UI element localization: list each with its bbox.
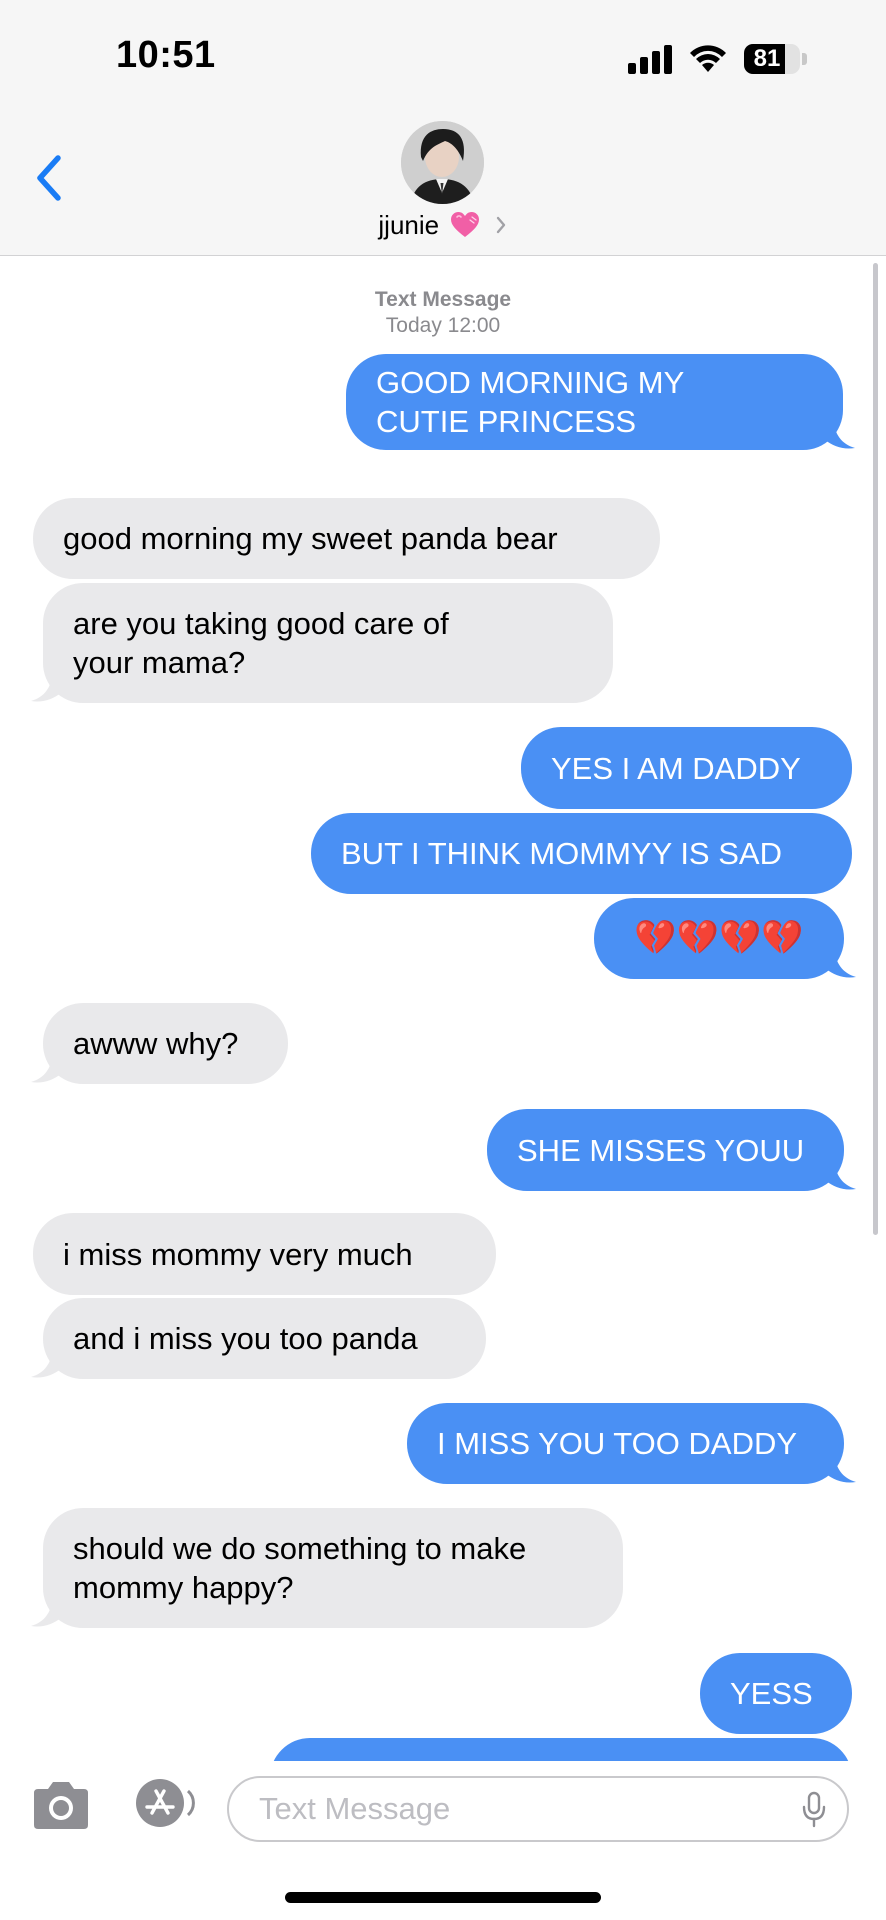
sent-message-bubble[interactable]: GOOD MORNING MY CUTIE PRINCESS — [346, 354, 843, 450]
battery-percent: 81 — [753, 45, 781, 72]
received-message-bubble[interactable]: are you taking good care of your mama? — [43, 583, 613, 703]
sent-message-bubble[interactable]: 💔💔💔💔 — [594, 898, 844, 979]
message-text: are you taking good care of — [73, 606, 449, 641]
sent-message-bubble[interactable]: BUT I THINK MOMMYY IS SAD — [311, 813, 852, 894]
sent-message-bubble[interactable]: YES I AM DADDY — [521, 727, 852, 809]
bubble-tail — [31, 1349, 61, 1378]
app-store-icon[interactable] — [132, 1777, 196, 1829]
message-text: BUT I THINK MOMMYY IS SAD — [341, 836, 782, 871]
message-text: mommy happy? — [73, 1570, 294, 1605]
message-text: awww why? — [73, 1026, 239, 1061]
message-text: SHE MISSES YOUU — [517, 1132, 805, 1168]
message-text: YES I AM DADDY — [551, 750, 801, 786]
message-text: CUTIE PRINCESS — [376, 404, 637, 439]
message-text: 💔💔💔💔 — [634, 919, 804, 957]
conversation-header: jjunie — [0, 110, 886, 256]
message-text: and i miss you too panda — [73, 1321, 418, 1356]
thread-timestamp: Text Message Today 12:00 — [0, 287, 886, 339]
bubble-tail — [826, 1454, 856, 1483]
bubble-tail — [31, 1054, 61, 1083]
camera-icon[interactable] — [30, 1779, 92, 1831]
scrollbar[interactable] — [873, 263, 878, 1235]
home-indicator[interactable] — [285, 1892, 601, 1903]
bubble-tail — [31, 1598, 61, 1627]
message-text: should we do something to make — [73, 1531, 527, 1566]
received-message-bubble[interactable]: good morning my sweet panda bear — [33, 498, 660, 579]
avatar-photo — [401, 121, 484, 204]
cellular-signal-icon — [628, 44, 676, 74]
contact-name: jjunie — [378, 209, 440, 240]
bubble-tail — [826, 949, 856, 978]
chevron-right-icon — [496, 216, 505, 234]
message-input[interactable] — [227, 1776, 849, 1842]
microphone-icon[interactable] — [800, 1791, 828, 1829]
message-text: GOOD MORNING MY — [376, 365, 685, 400]
received-message-bubble[interactable]: should we do something to make mommy happ… — [43, 1508, 623, 1628]
message-thread[interactable]: Text Message Today 12:00 GOOD MORNING MY… — [0, 257, 886, 1761]
sent-message-bubble[interactable]: SHE MISSES YOUU — [487, 1109, 844, 1191]
sent-message-bubble[interactable]: YESS — [700, 1653, 852, 1734]
sent-message-bubble[interactable] — [270, 1738, 852, 1761]
wifi-icon — [690, 45, 726, 72]
status-bar: 10:51 81 — [0, 0, 886, 110]
contact-details-link[interactable]: jjunie — [0, 208, 886, 241]
message-text: your mama? — [73, 645, 246, 680]
bubble-tail — [825, 420, 855, 449]
received-message-bubble[interactable]: and i miss you too panda — [43, 1298, 486, 1379]
timestamp-label: Today 12:00 — [385, 314, 501, 337]
received-message-bubble[interactable]: i miss mommy very much — [33, 1213, 496, 1295]
battery-cap — [802, 53, 807, 65]
pink-heart-icon — [451, 212, 480, 238]
avatar[interactable] — [401, 121, 484, 204]
status-time: 10:51 — [116, 34, 216, 76]
chevron-left-icon[interactable] — [28, 148, 72, 208]
compose-bar — [0, 1761, 886, 1920]
message-text: i miss mommy very much — [63, 1236, 413, 1272]
sent-message-bubble[interactable]: I MISS YOU TOO DADDY — [407, 1403, 844, 1484]
bubble-tail — [31, 673, 61, 702]
message-text: YESS — [730, 1676, 813, 1711]
received-message-bubble[interactable]: awww why? — [43, 1003, 288, 1084]
bubble-tail — [826, 1161, 856, 1190]
service-label: Text Message — [374, 288, 512, 311]
battery-icon: 81 — [744, 44, 800, 74]
message-text: I MISS YOU TOO DADDY — [437, 1426, 798, 1461]
message-text: good morning my sweet panda bear — [63, 521, 558, 556]
